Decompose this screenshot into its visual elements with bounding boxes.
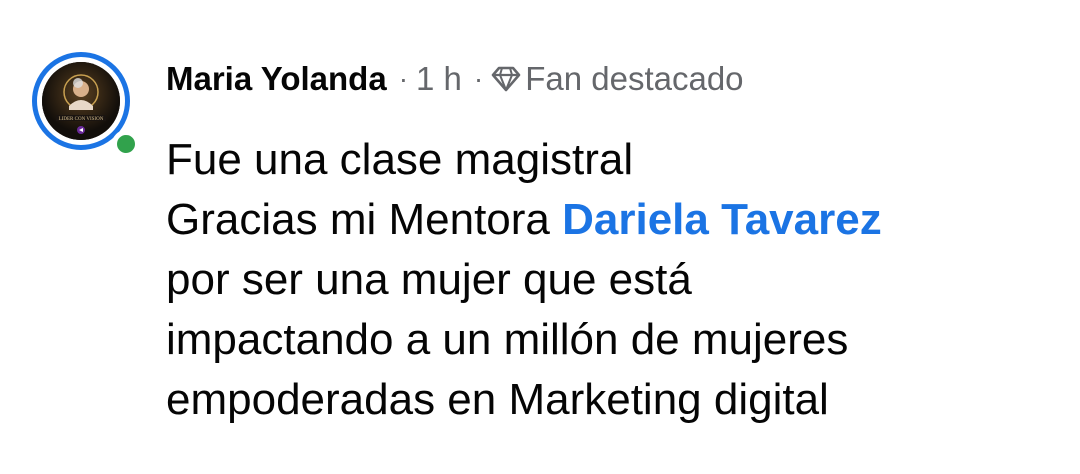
comment-line-text: por ser una mujer que está [166, 255, 692, 304]
comment-line-text: Gracias mi Mentora [166, 195, 563, 244]
online-status-dot [112, 130, 140, 158]
comment-line-text: Fue una clase magistral [166, 135, 634, 184]
badge-label: Fan destacado [525, 60, 744, 97]
profile-photo-icon: LIDER CON VISION [42, 62, 120, 140]
comment-line: impactando a un millón de mujeres [166, 310, 1046, 370]
comment-line-text: impactando a un millón de mujeres [166, 315, 849, 364]
comment-line: empoderadas en Marketing digital [166, 370, 1046, 430]
comment-header: Maria Yolanda · 1 h · Fan destacado [166, 56, 744, 102]
avatar-caption: LIDER CON VISION [59, 117, 104, 122]
comment-line: Fue una clase magistral [166, 130, 1046, 190]
comment-meta: · 1 h · Fan destacado [387, 60, 744, 98]
avatar-image: LIDER CON VISION [42, 62, 120, 140]
comment: LIDER CON VISION Maria Yolanda · 1 h · F… [0, 0, 1080, 474]
avatar[interactable]: LIDER CON VISION [32, 52, 142, 162]
comment-line: por ser una mujer que está [166, 250, 1046, 310]
author-name[interactable]: Maria Yolanda [166, 60, 387, 98]
timestamp[interactable]: 1 h [416, 60, 462, 98]
comment-line: Gracias mi Mentora Dariela Tavarez [166, 190, 1046, 250]
diamond-icon [491, 65, 521, 93]
mention-link[interactable]: Dariela Tavarez [562, 195, 882, 244]
separator-dot: · [473, 63, 484, 94]
separator-dot: · [398, 63, 409, 94]
comment-line-text: empoderadas en Marketing digital [166, 375, 829, 424]
comment-text: Fue una clase magistral Gracias mi Mento… [166, 130, 1046, 430]
